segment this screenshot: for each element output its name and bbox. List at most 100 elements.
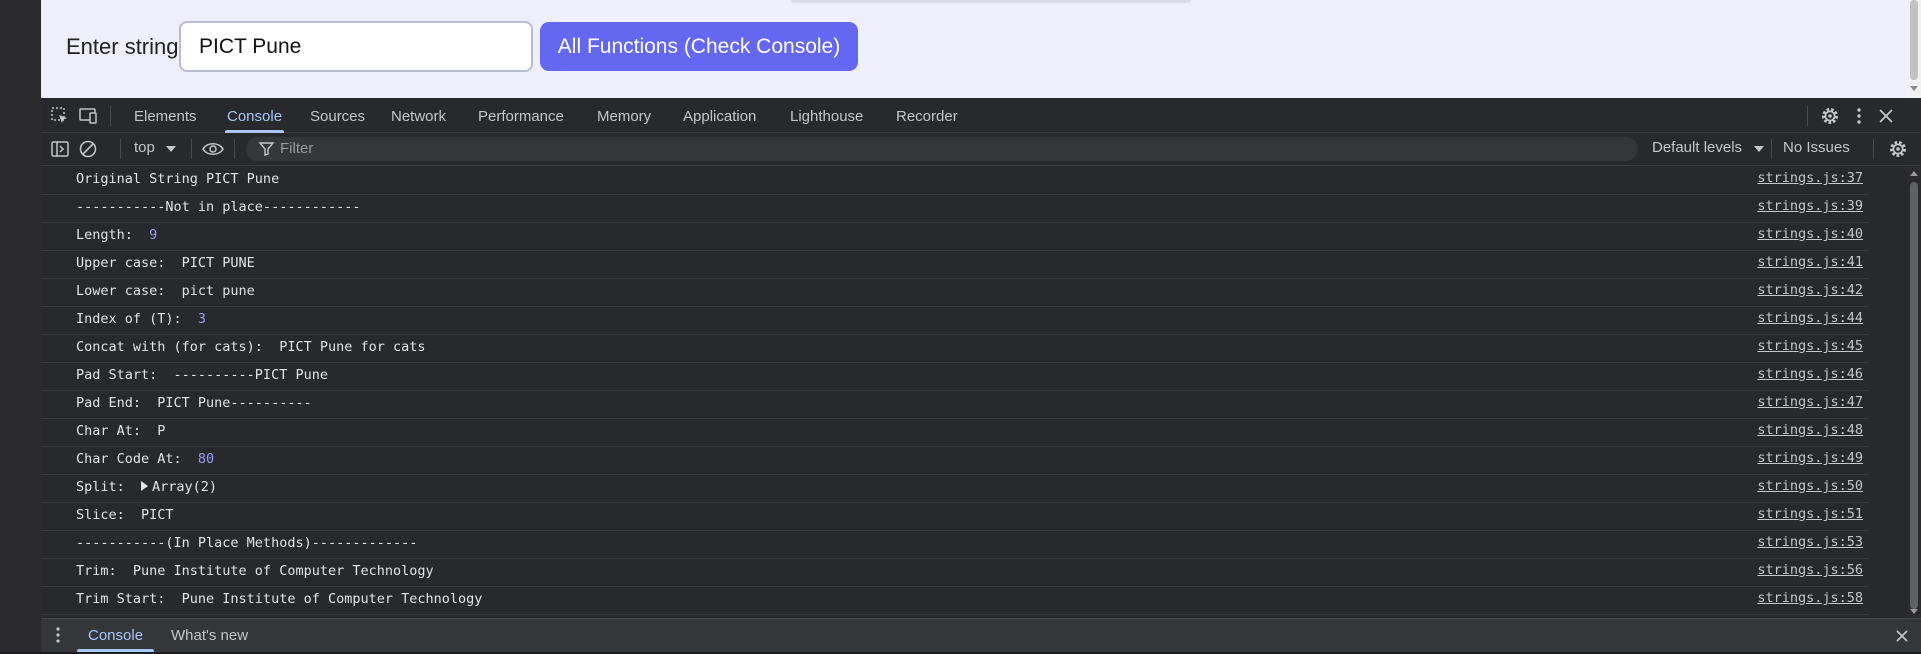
console-message-label: -----------(In Place Methods)-----------… [76, 535, 418, 551]
source-link[interactable]: strings.js:47 [1757, 394, 1863, 410]
source-link[interactable]: strings.js:44 [1757, 310, 1863, 326]
console-message-text: Index of (T): 3 [76, 311, 206, 327]
console-message-text: Char Code At: 80 [76, 451, 214, 467]
console-message-label: Length: [76, 227, 150, 243]
console-object-preview[interactable]: Array(2) [152, 479, 217, 495]
source-link[interactable]: strings.js:45 [1757, 338, 1863, 354]
source-link[interactable]: strings.js:42 [1757, 282, 1863, 298]
tab-lighthouse[interactable]: Lighthouse [790, 98, 863, 133]
page-scrollbar-thumb[interactable] [1910, 0, 1918, 80]
source-link[interactable]: strings.js:53 [1757, 534, 1863, 550]
drawer-tab-console[interactable]: Console [76, 619, 155, 652]
console-message-label: Trim Start: Pune Institute of Computer T… [76, 591, 483, 607]
console-message-row[interactable]: -----------(In Place Methods)-----------… [41, 531, 1869, 559]
console-number-value: 3 [197, 311, 207, 327]
console-message-text: Length: 9 [76, 227, 157, 243]
close-devtools-icon[interactable] [1875, 105, 1897, 127]
tab-application[interactable]: Application [683, 98, 756, 133]
dropdown-arrow-icon [1754, 146, 1764, 152]
console-message-text: -----------(In Place Methods)-----------… [76, 535, 417, 551]
console-message-row[interactable]: -----------Not in place------------ strin… [41, 195, 1869, 223]
clear-console-icon[interactable] [77, 138, 99, 160]
page-scroll-down-arrow[interactable] [1910, 86, 1918, 91]
console-message-label: -----------Not in place------------ [76, 199, 361, 215]
source-link[interactable]: strings.js:46 [1757, 366, 1863, 382]
console-message-row[interactable]: Upper case: PICT PUNE strings.js:41 [41, 251, 1869, 279]
log-levels-dropdown[interactable]: Default levels [1652, 139, 1742, 156]
scroll-down-arrow[interactable] [1910, 609, 1918, 614]
tab-console[interactable]: Console [224, 98, 285, 133]
inspect-element-icon[interactable] [49, 105, 71, 127]
sidebar-toggle-icon[interactable] [49, 138, 71, 160]
source-link[interactable]: strings.js:50 [1757, 478, 1863, 494]
console-message-row[interactable]: Slice: PICT strings.js:51 [41, 503, 1869, 531]
source-link[interactable]: strings.js:48 [1757, 422, 1863, 438]
tab-recorder[interactable]: Recorder [896, 98, 958, 133]
eye-icon[interactable] [201, 138, 224, 160]
console-message-row[interactable]: Pad Start: ----------PICT Pune strings.js… [41, 363, 1869, 391]
source-link[interactable]: strings.js:56 [1757, 562, 1863, 578]
console-message-row[interactable]: Trim: Pune Institute of Computer Technol… [41, 559, 1869, 587]
source-link[interactable]: strings.js:51 [1757, 506, 1863, 522]
scroll-up-arrow[interactable] [1910, 171, 1918, 176]
console-message-row[interactable]: Char At: P strings.js:48 [41, 419, 1869, 447]
source-link[interactable]: strings.js:39 [1757, 198, 1863, 214]
console-message-row[interactable]: Length: 9 strings.js:40 [41, 223, 1869, 251]
drawer-more-icon[interactable] [47, 624, 69, 646]
context-selector[interactable]: top [134, 139, 155, 156]
console-message-row[interactable]: Lower case: pict pune strings.js:42 [41, 279, 1869, 307]
source-link[interactable]: strings.js:37 [1757, 170, 1863, 186]
issues-counter[interactable]: No Issues [1783, 139, 1850, 156]
console-message-label: Pad End: PICT Pune---------- [76, 395, 312, 411]
string-input[interactable]: PICT Pune [179, 21, 533, 72]
console-message-text: Lower case: pict pune [76, 283, 255, 299]
filter-icon [256, 138, 278, 160]
console-settings-gear-icon[interactable] [1887, 138, 1909, 160]
console-message-row[interactable]: Trim Start: Pune Institute of Computer T… [41, 587, 1869, 615]
console-message-text: Upper case: PICT PUNE [76, 255, 255, 271]
console-message-row[interactable]: Index of (T): 3 strings.js:44 [41, 307, 1869, 335]
source-link[interactable]: strings.js:58 [1757, 590, 1863, 606]
console-message-label: Char At: P [76, 423, 166, 439]
console-message-text: Char At: P [76, 423, 165, 439]
console-message-row[interactable]: Pad End: PICT Pune---------- strings.js:4… [41, 391, 1869, 419]
settings-gear-icon[interactable] [1819, 105, 1841, 127]
drawer-tab-whats-new[interactable]: What's new [171, 619, 248, 652]
console-message-label: Original String PICT Pune [76, 171, 280, 187]
expand-triangle-icon[interactable] [141, 481, 149, 491]
filter-separator [1873, 139, 1874, 159]
toolbar-separator [1807, 106, 1808, 126]
tab-sources[interactable]: Sources [310, 98, 365, 133]
console-log: Original String PICT Pune strings.js:37 --… [41, 167, 1907, 618]
console-message-label: Pad Start: ----------PICT Pune [76, 367, 328, 383]
page-scrollbar[interactable] [1907, 0, 1921, 98]
console-message-row[interactable]: Original String PICT Pune strings.js:37 [41, 167, 1869, 195]
device-toolbar-icon[interactable] [77, 105, 99, 127]
filter-input[interactable]: Filter [246, 137, 1638, 161]
console-filter-bar: top Filter Default levels No Issues [41, 133, 1921, 166]
tab-memory[interactable]: Memory [597, 98, 651, 133]
filter-separator [1771, 139, 1772, 159]
devtools-drawer: Console What's new [41, 618, 1921, 652]
dropdown-arrow-icon [166, 146, 176, 152]
console-message-row[interactable]: Concat with (for cats): PICT Pune for ca… [41, 335, 1869, 363]
more-options-icon[interactable] [1848, 105, 1870, 127]
console-message-row[interactable]: Split: Array(2) strings.js:50 [41, 475, 1869, 503]
console-scrollbar-thumb[interactable] [1910, 182, 1918, 609]
tab-elements[interactable]: Elements [134, 98, 197, 133]
console-scrollbar[interactable] [1907, 167, 1921, 618]
source-link[interactable]: strings.js:41 [1757, 254, 1863, 270]
tab-network[interactable]: Network [391, 98, 446, 133]
all-functions-button[interactable]: All Functions (Check Console) [540, 22, 858, 71]
page-top-shadow [791, 0, 1191, 3]
filter-separator [234, 139, 235, 159]
console-message-label: Split: [76, 479, 142, 495]
source-link[interactable]: strings.js:40 [1757, 226, 1863, 242]
source-link[interactable]: strings.js:49 [1757, 450, 1863, 466]
console-number-value: 80 [197, 451, 215, 467]
close-drawer-icon[interactable] [1891, 625, 1913, 647]
console-message-label: Index of (T): [76, 311, 198, 327]
console-message-label: Lower case: pict pune [76, 283, 255, 299]
tab-performance[interactable]: Performance [478, 98, 564, 133]
console-message-row[interactable]: Char Code At: 80 strings.js:49 [41, 447, 1869, 475]
